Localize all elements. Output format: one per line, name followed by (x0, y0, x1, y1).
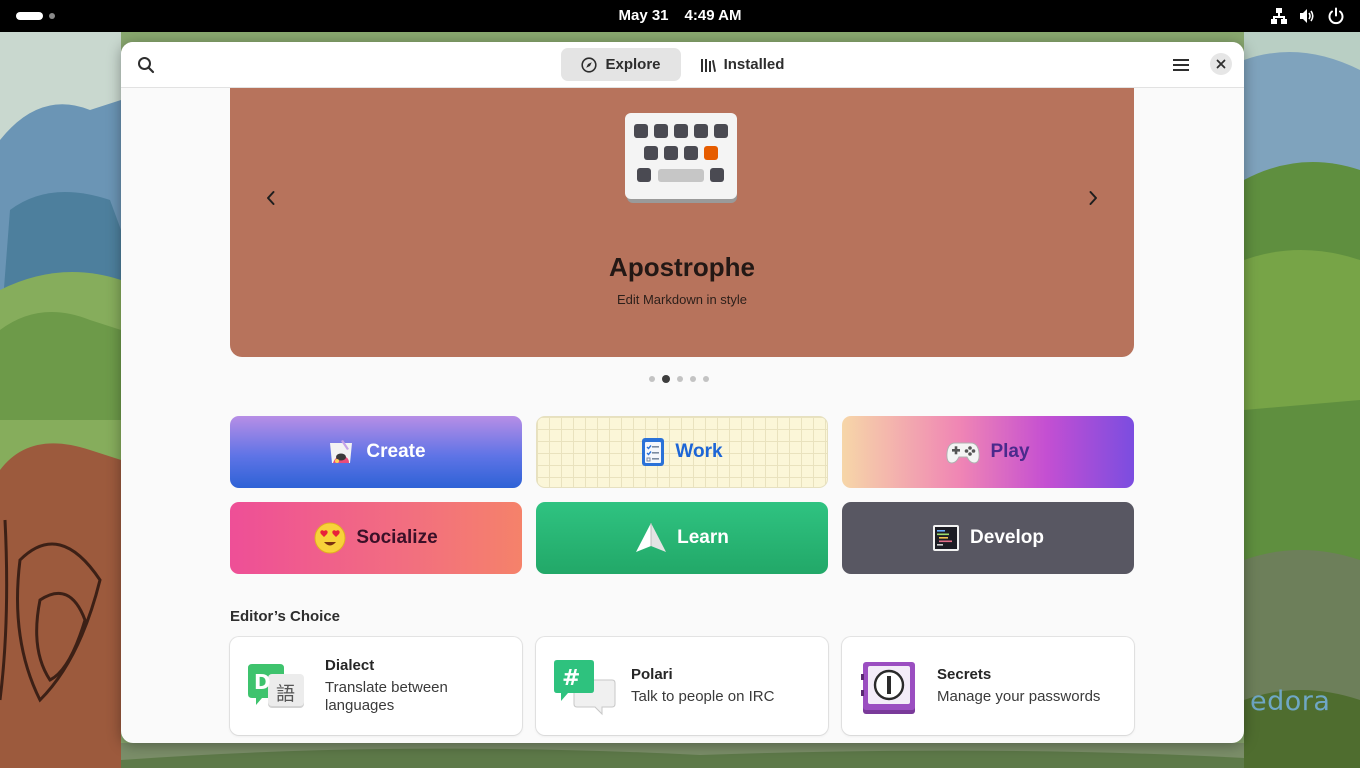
app-tile-polari[interactable]: # Polari Talk to people on IRC (536, 637, 828, 735)
gamepad-icon (946, 442, 981, 464)
clock-date[interactable]: May 31 (618, 7, 668, 24)
app-tile-text: Secrets Manage your passwords (937, 637, 1122, 735)
carousel-dot[interactable] (677, 376, 683, 382)
category-learn[interactable]: Learn (536, 502, 828, 574)
apostrophe-keyboard-icon (625, 113, 737, 203)
category-develop-label: Develop (970, 527, 1044, 548)
category-play[interactable]: Play (842, 416, 1134, 488)
app-name: Polari (631, 666, 673, 683)
category-develop[interactable]: Develop (842, 502, 1134, 574)
heart-eyes-emoji-icon (314, 522, 346, 554)
category-create-label: Create (366, 441, 426, 462)
carousel-previous-button[interactable] (255, 182, 287, 214)
clock-time[interactable]: 4:49 AM (685, 7, 742, 24)
category-play-label: Play (990, 441, 1030, 462)
featured-app-subtitle: Edit Markdown in style (616, 292, 748, 307)
secrets-app-icon (861, 662, 915, 714)
dialect-app-icon: D 語 (248, 664, 304, 708)
top-bar: May 31 4:49 AM (0, 0, 1360, 32)
clock: May 31 4:49 AM (0, 0, 1360, 32)
app-description: Talk to people on IRC (631, 688, 775, 705)
main-menu-button[interactable] (1165, 49, 1197, 81)
carousel-page-indicator (649, 375, 709, 383)
close-button[interactable] (1210, 53, 1232, 75)
close-icon (1216, 59, 1226, 69)
volume-icon[interactable] (1298, 7, 1316, 25)
network-wired-icon[interactable] (1270, 7, 1288, 25)
category-work[interactable]: Work (536, 416, 828, 488)
category-socialize[interactable]: Socialize (230, 502, 522, 574)
app-description: Translate between languages (325, 679, 448, 714)
workspace-indicator-active[interactable] (16, 12, 43, 20)
library-icon (700, 58, 716, 72)
category-work-label: Work (675, 441, 723, 462)
power-icon[interactable] (1327, 7, 1345, 25)
category-socialize-label: Socialize (356, 527, 438, 548)
app-name: Secrets (937, 666, 992, 683)
compass-icon (581, 56, 598, 73)
header-bar: Explore Installed (121, 42, 1244, 88)
app-description: Manage your passwords (937, 688, 1101, 705)
app-tile-text: Dialect Translate between languages (325, 637, 510, 735)
carousel-dot[interactable] (703, 376, 709, 382)
carousel-dot-active[interactable] (662, 375, 670, 383)
editors-choice-heading: Editor’s Choice (230, 608, 341, 625)
fedora-watermark: edora (1250, 686, 1331, 717)
featured-carousel[interactable]: Apostrophe Edit Markdown in style (230, 88, 1134, 357)
carousel-dot[interactable] (690, 376, 696, 382)
chevron-right-icon (1089, 191, 1097, 205)
carousel-dot[interactable] (649, 376, 655, 382)
explore-page: Apostrophe Edit Markdown in style Create (121, 88, 1244, 743)
app-name: Dialect (325, 657, 375, 674)
svg-text:語: 語 (276, 683, 295, 705)
terminal-icon (933, 525, 960, 551)
category-learn-label: Learn (677, 527, 729, 548)
search-button[interactable] (130, 49, 162, 81)
tab-explore-label: Explore (605, 56, 661, 73)
app-tile-text: Polari Talk to people on IRC (631, 637, 816, 735)
search-icon (138, 57, 155, 74)
featured-app-title: Apostrophe (609, 252, 755, 282)
app-tile-secrets[interactable]: Secrets Manage your passwords (842, 637, 1134, 735)
chevron-left-icon (267, 191, 275, 205)
tab-installed[interactable]: Installed (690, 48, 794, 81)
workspace-indicator[interactable] (49, 13, 55, 19)
carousel-next-button[interactable] (1077, 182, 1109, 214)
category-create[interactable]: Create (230, 416, 522, 488)
paper-plane-icon (636, 523, 667, 552)
checklist-icon (642, 438, 665, 466)
software-window: Explore Installed Apostrophe Edit Markdo… (121, 42, 1244, 743)
paint-palette-icon (330, 440, 353, 463)
polari-app-icon: # (554, 660, 616, 716)
svg-text:D: D (254, 670, 271, 694)
app-tile-dialect[interactable]: D 語 Dialect Translate between languages (230, 637, 522, 735)
svg-text:#: # (562, 666, 580, 691)
tab-installed-label: Installed (723, 56, 785, 73)
hamburger-menu-icon (1173, 59, 1189, 71)
tab-explore[interactable]: Explore (561, 48, 681, 81)
